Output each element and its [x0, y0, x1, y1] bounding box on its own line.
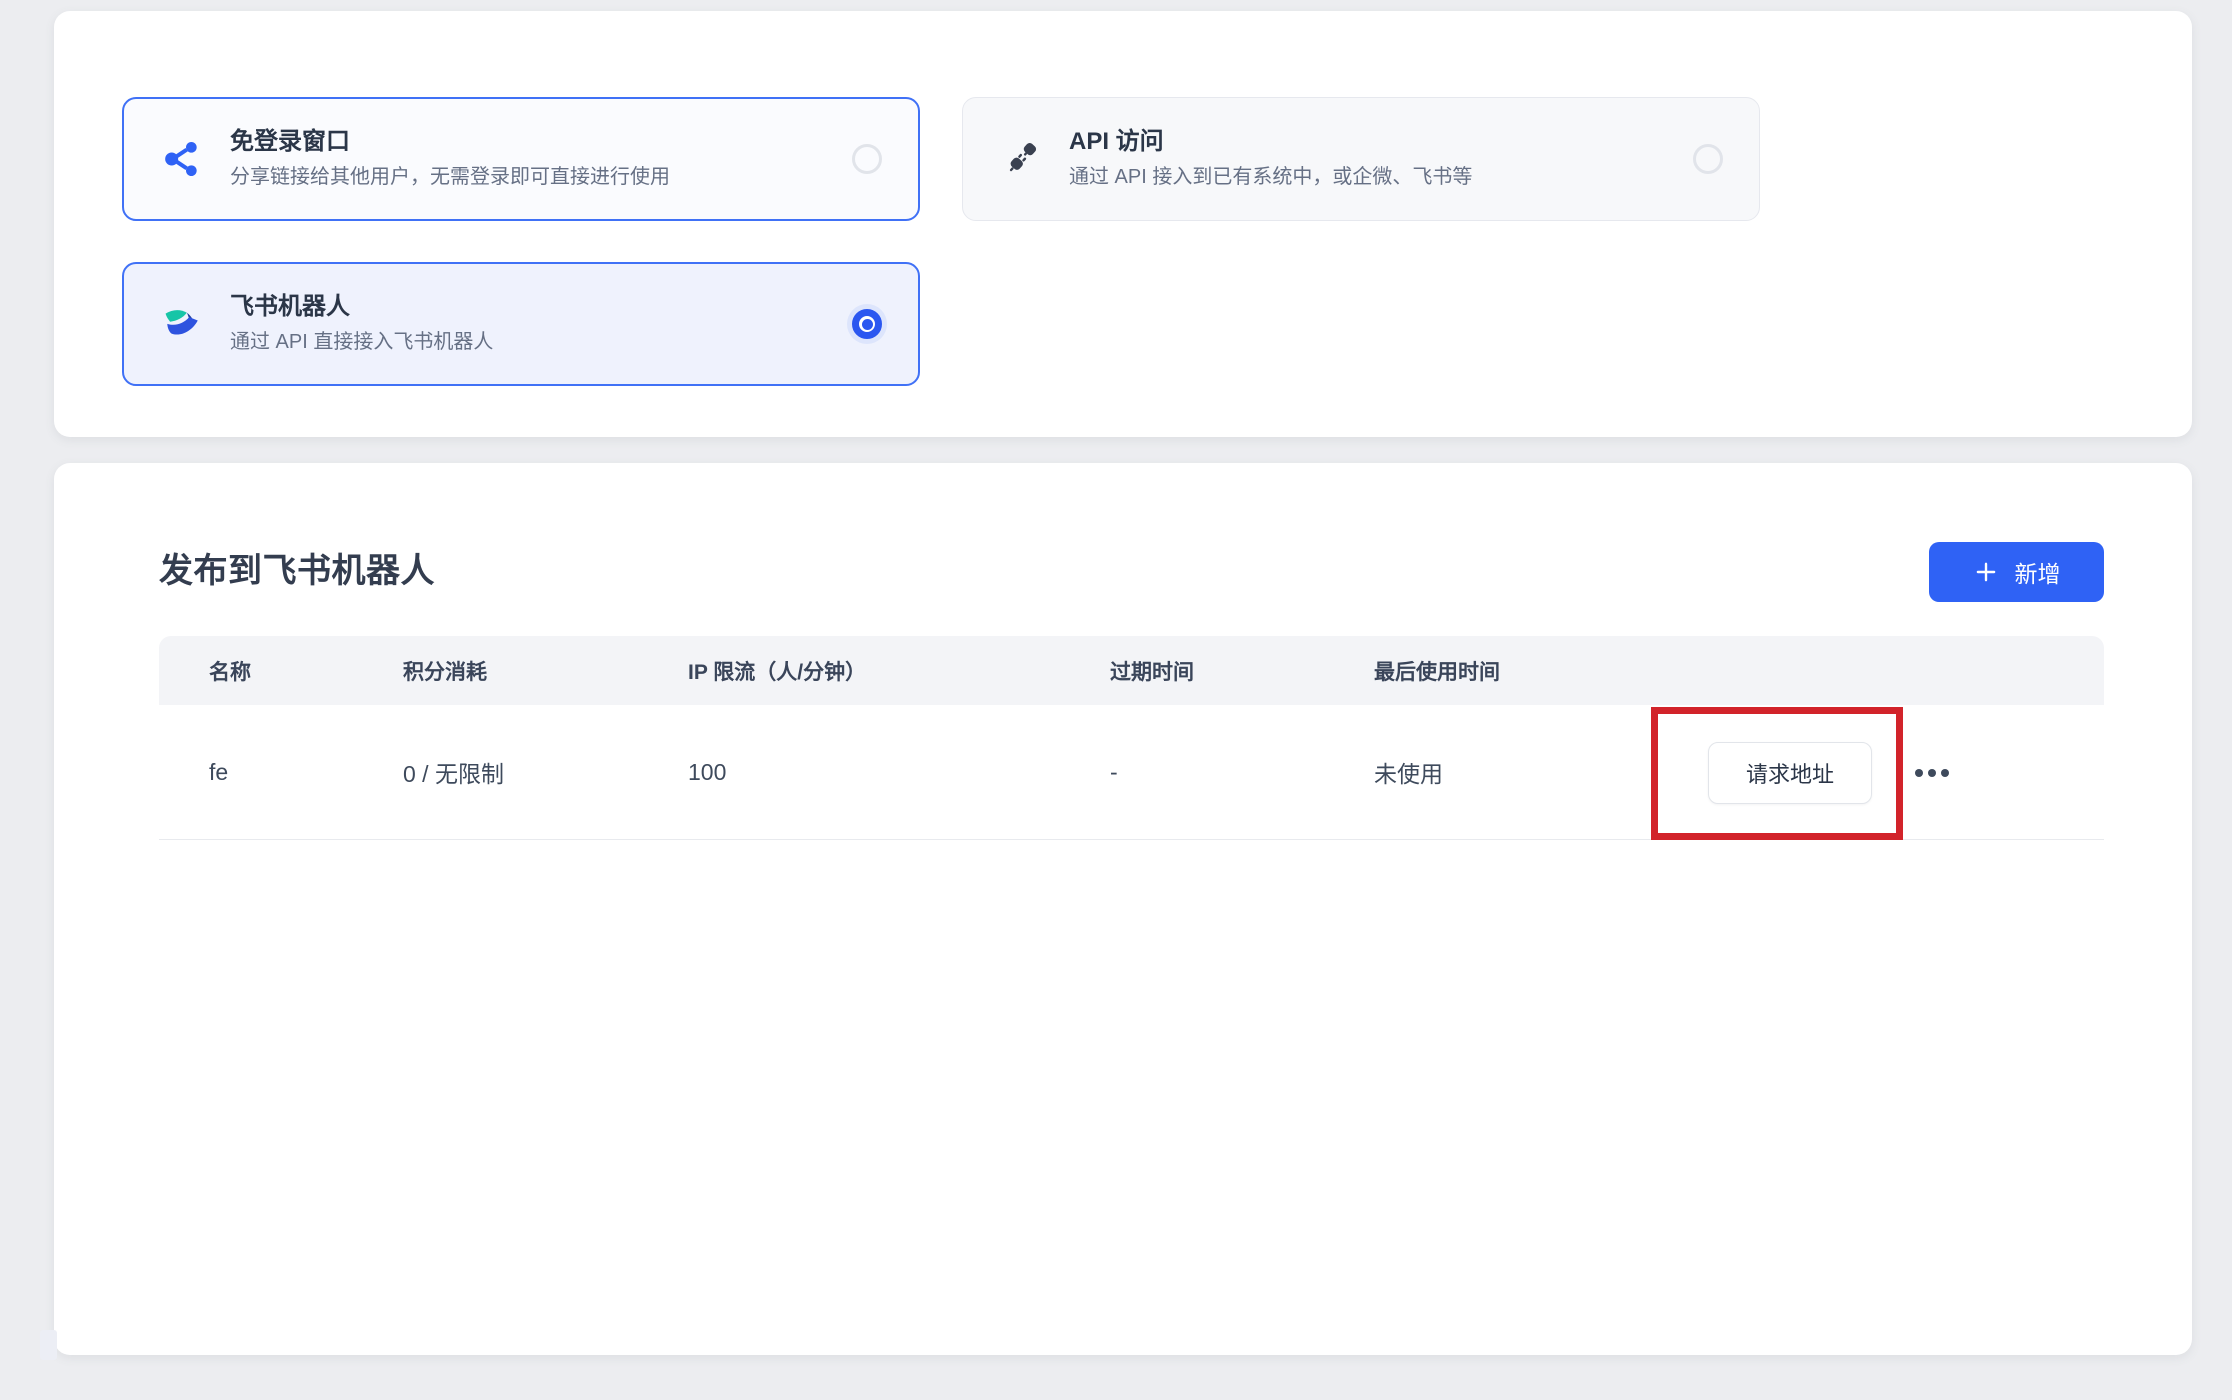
publish-table: 名称 积分消耗 IP 限流（人/分钟） 过期时间 最后使用时间 fe 0 / 无… [159, 636, 2104, 840]
radio-selected-icon[interactable] [852, 309, 882, 339]
request-url-button[interactable]: 请求地址 [1708, 742, 1872, 804]
header-ip-limit: IP 限流（人/分钟） [688, 656, 1110, 686]
cell-ip-limit: 100 [688, 759, 1110, 786]
channel-card-api-access[interactable]: API 访问 通过 API 接入到已有系统中，或企微、飞书等 [962, 97, 1760, 221]
dot [1928, 769, 1936, 777]
cell-expire-time: - [1110, 759, 1374, 786]
card-title: API 访问 [1069, 129, 1693, 155]
dot [1941, 769, 1949, 777]
header-points: 积分消耗 [403, 656, 688, 686]
plug-icon [999, 137, 1043, 181]
row-more-menu-icon[interactable] [1915, 760, 1949, 785]
add-button[interactable]: 新增 [1929, 542, 2104, 602]
cell-name: fe [209, 759, 403, 786]
publish-channel-panel: 免登录窗口 分享链接给其他用户，无需登录即可直接进行使用 [54, 11, 2192, 437]
card-description: 通过 API 直接接入飞书机器人 [230, 330, 852, 354]
card-title: 飞书机器人 [230, 294, 852, 320]
feishu-logo-icon [160, 302, 204, 346]
feishu-bot-publish-panel: 发布到飞书机器人 新增 名称 积分消耗 IP 限流（人/分钟） 过期时间 最后使… [54, 463, 2192, 1355]
card-text: 飞书机器人 通过 API 直接接入飞书机器人 [230, 294, 852, 353]
card-description: 分享链接给其他用户，无需登录即可直接进行使用 [230, 165, 852, 189]
header-name: 名称 [209, 656, 403, 686]
card-text: 免登录窗口 分享链接给其他用户，无需登录即可直接进行使用 [230, 129, 852, 188]
dot [1915, 769, 1923, 777]
radio-unselected-icon[interactable] [852, 144, 882, 174]
cell-points: 0 / 无限制 [403, 755, 688, 789]
radio-dot [862, 319, 873, 330]
radio-unselected-icon[interactable] [1693, 144, 1723, 174]
card-text: API 访问 通过 API 接入到已有系统中，或企微、飞书等 [1069, 129, 1693, 188]
page: 免登录窗口 分享链接给其他用户，无需登录即可直接进行使用 [0, 0, 2232, 1400]
card-description: 通过 API 接入到已有系统中，或企微、飞书等 [1069, 165, 1693, 189]
section-title: 发布到飞书机器人 [159, 543, 435, 592]
card-title: 免登录窗口 [230, 129, 852, 155]
header-expire-time: 过期时间 [1110, 656, 1374, 686]
table-header-row: 名称 积分消耗 IP 限流（人/分钟） 过期时间 最后使用时间 [159, 636, 2104, 705]
corner-artifact [40, 1330, 57, 1360]
header-last-used: 最后使用时间 [1374, 656, 2104, 686]
channel-card-share-window[interactable]: 免登录窗口 分享链接给其他用户，无需登录即可直接进行使用 [122, 97, 920, 221]
channel-card-feishu-bot[interactable]: 飞书机器人 通过 API 直接接入飞书机器人 [122, 262, 920, 386]
share-nodes-icon [160, 137, 204, 181]
add-button-label: 新增 [2015, 555, 2061, 589]
plus-icon [1973, 559, 1999, 585]
